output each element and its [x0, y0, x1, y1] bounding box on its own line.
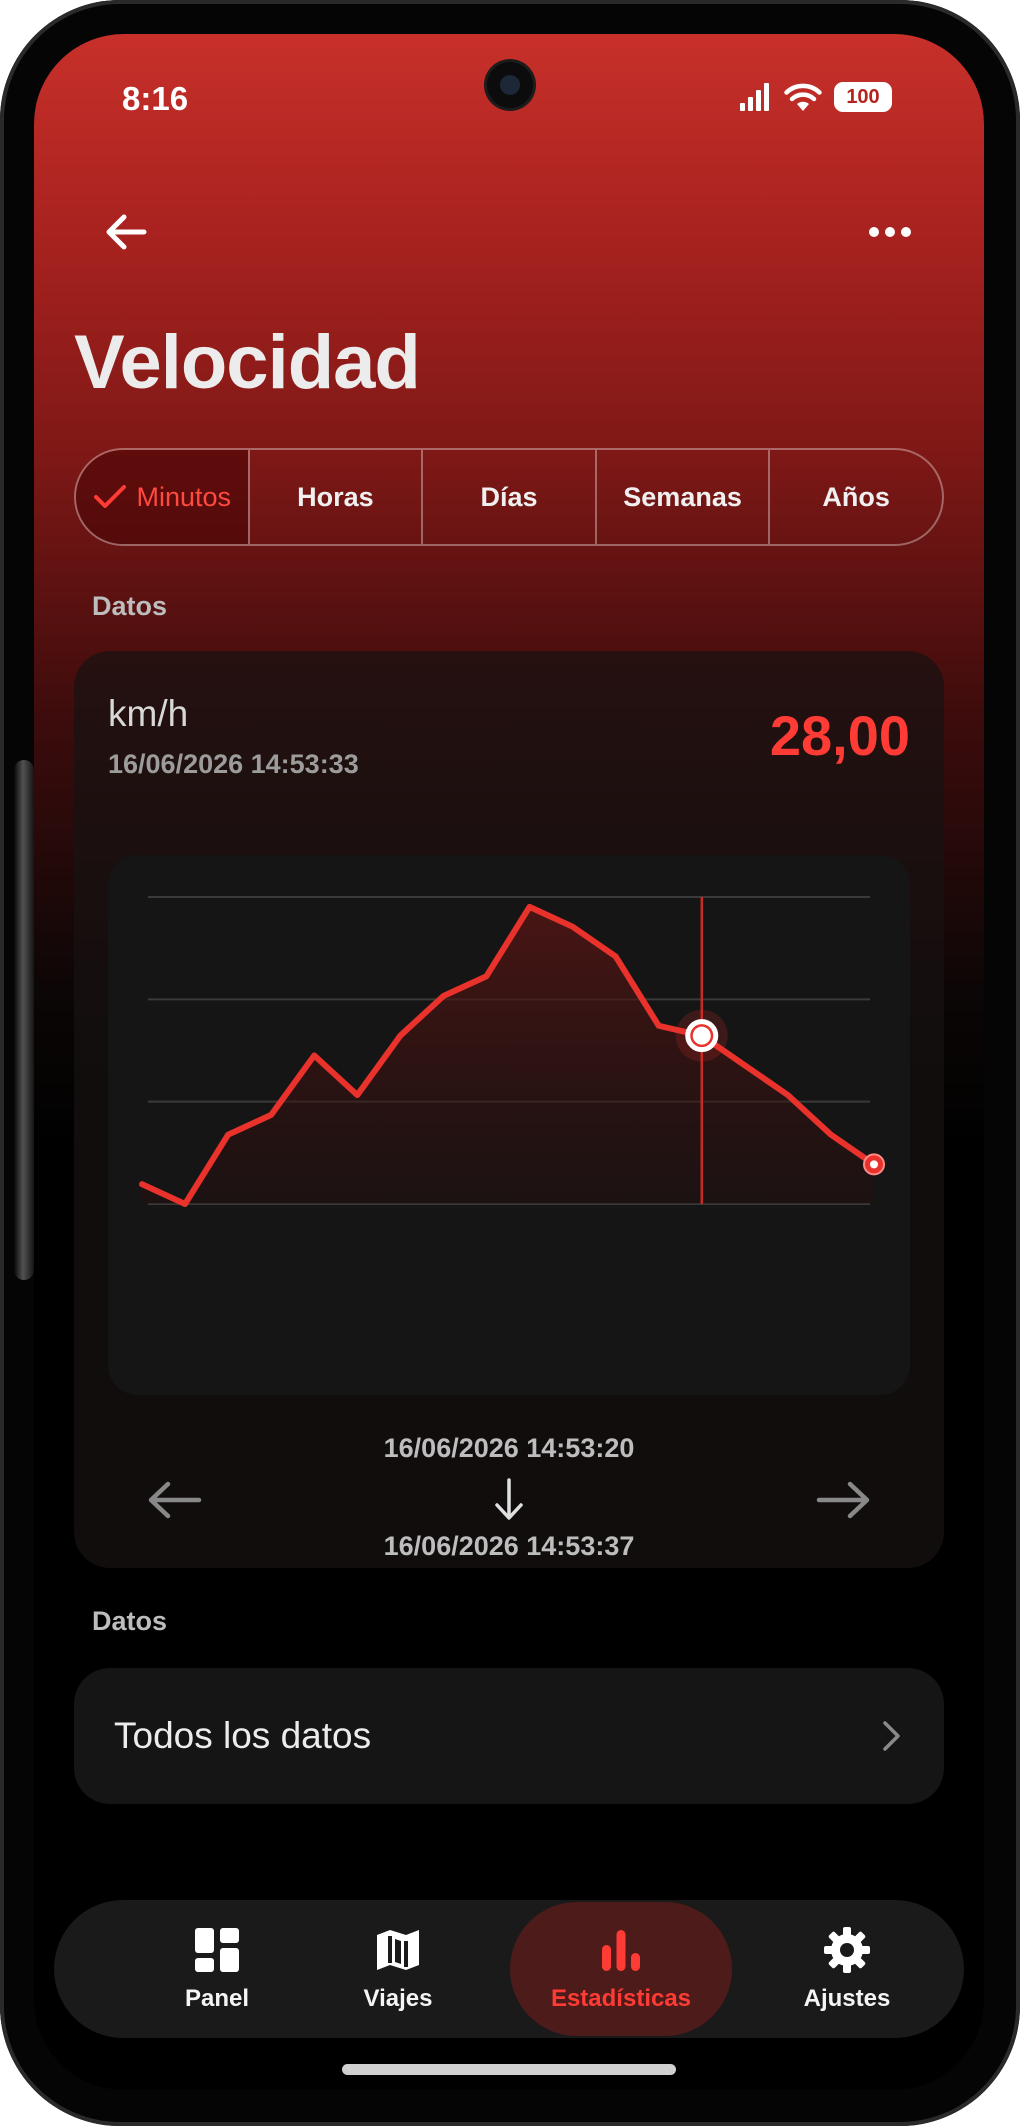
chart-selected-marker-core	[692, 1026, 711, 1045]
screen: 8:16 100 Velocidad Minutos Horas Días Se…	[34, 34, 984, 2090]
gear-icon	[824, 1927, 870, 1973]
nav-statistics[interactable]: Estadísticas	[511, 1900, 731, 2038]
speed-chart-card: km/h 16/06/2026 14:53:33 28,00 16/06/202…	[74, 651, 944, 1568]
unit-label: km/h	[108, 693, 189, 734]
segment-label: Años	[822, 481, 890, 512]
phone-edge-reflection	[14, 760, 34, 1280]
chevron-right-icon	[883, 1721, 900, 1751]
time-range-segmented-control: Minutos Horas Días Semanas Años	[74, 448, 944, 546]
segment-label: Minutos	[136, 481, 232, 512]
nav-label: Panel	[184, 1985, 250, 2012]
segment-minutes[interactable]: Minutos	[76, 450, 248, 544]
arrow-left-icon	[106, 214, 147, 250]
list-item-label: Todos los datos	[114, 1715, 372, 1756]
page-title: Velocidad	[74, 320, 421, 405]
bar-chart-icon	[602, 1930, 640, 1971]
front-camera	[487, 62, 533, 108]
segment-weeks[interactable]: Semanas	[594, 450, 769, 544]
next-range-button[interactable]	[814, 1475, 874, 1525]
phone-frame: 8:16 100 Velocidad Minutos Horas Días Se…	[0, 0, 1020, 2126]
signal-icon	[740, 83, 769, 111]
selected-timestamp: 16/06/2026 14:53:33	[108, 749, 359, 779]
battery-indicator: 100	[834, 82, 892, 112]
nav-label: Estadísticas	[550, 1985, 692, 2012]
segment-label: Días	[480, 481, 538, 512]
segment-label: Horas	[297, 481, 374, 512]
back-button[interactable]	[98, 204, 154, 260]
status-time: 8:16	[122, 80, 189, 117]
chart-area-fill	[142, 906, 874, 1204]
speed-chart-svg	[139, 896, 885, 1207]
nav-settings[interactable]: Ajustes	[737, 1900, 957, 2038]
previous-range-button[interactable]	[144, 1475, 204, 1525]
home-indicator[interactable]	[342, 2064, 676, 2075]
chart-end-marker-core	[870, 1160, 878, 1169]
arrow-down-icon	[495, 1478, 523, 1520]
all-data-list-item[interactable]: Todos los datos	[74, 1668, 944, 1804]
bottom-navigation: Panel Viajes Estadísticas Ajustes	[54, 1900, 964, 2038]
check-icon	[93, 485, 126, 508]
list-section-label: Datos	[92, 1606, 168, 1636]
status-icons: 100	[740, 80, 892, 114]
dashboard-icon	[195, 1928, 239, 1972]
nav-label: Ajustes	[803, 1985, 891, 2012]
segment-days[interactable]: Días	[421, 450, 595, 544]
data-section-label: Datos	[92, 591, 168, 621]
range-start-date: 16/06/2026 14:53:20	[383, 1433, 635, 1463]
speed-chart[interactable]	[108, 855, 910, 1395]
nav-trips[interactable]: Viajes	[288, 1900, 508, 2038]
range-end-date: 16/06/2026 14:53:37	[383, 1531, 635, 1561]
segment-hours[interactable]: Horas	[247, 450, 422, 544]
nav-label: Viajes	[363, 1985, 433, 2012]
segment-years[interactable]: Años	[768, 450, 942, 544]
segment-label: Semanas	[623, 481, 742, 512]
wifi-icon	[784, 83, 822, 111]
more-horizontal-icon	[869, 227, 911, 237]
selected-value: 28,00	[769, 704, 910, 767]
map-icon	[377, 1930, 419, 1970]
more-options-button[interactable]	[862, 204, 918, 260]
